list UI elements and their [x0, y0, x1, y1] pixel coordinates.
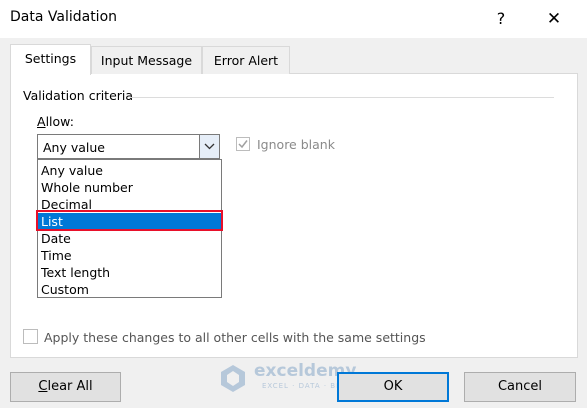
ignore-blank-label: Ignore blank [257, 137, 335, 152]
ignore-blank-checkbox[interactable] [236, 137, 250, 151]
apply-all-label: Apply these changes to all other cells w… [44, 330, 426, 345]
tab-input-message[interactable]: Input Message [91, 46, 202, 74]
chevron-down-icon [204, 143, 215, 150]
tab-settings[interactable]: Settings [10, 44, 91, 75]
watermark-tagline: EXCEL · DATA · BI [262, 382, 340, 390]
cancel-button[interactable]: Cancel [464, 372, 576, 402]
clear-all-button[interactable]: Clear All [10, 372, 121, 402]
list-item-selected[interactable]: List [38, 213, 221, 230]
dropdown-button[interactable] [199, 135, 219, 158]
tab-error-alert[interactable]: Error Alert [202, 46, 290, 74]
ok-button[interactable]: OK [337, 372, 449, 402]
list-item[interactable]: Decimal [38, 196, 221, 213]
allow-dropdown-list: Any value Whole number Decimal List Date… [37, 159, 222, 298]
dialog-title: Data Validation [10, 9, 118, 25]
allow-select-value: Any value [43, 140, 105, 155]
close-icon[interactable]: ✕ [541, 7, 567, 31]
checkmark-icon [238, 140, 248, 149]
list-item[interactable]: Date [38, 230, 221, 247]
apply-all-checkbox[interactable] [23, 329, 38, 344]
watermark-logo-icon [221, 365, 245, 392]
validation-criteria-label: Validation criteria [23, 88, 134, 103]
list-item[interactable]: Any value [38, 162, 221, 179]
allow-select[interactable]: Any value [37, 134, 220, 159]
list-item[interactable]: Time [38, 247, 221, 264]
allow-label: Allow: [37, 114, 74, 129]
list-item[interactable]: Text length [38, 264, 221, 281]
list-item[interactable]: Custom [38, 281, 221, 298]
help-icon[interactable]: ? [489, 7, 513, 31]
section-divider [130, 97, 554, 98]
list-item[interactable]: Whole number [38, 179, 221, 196]
